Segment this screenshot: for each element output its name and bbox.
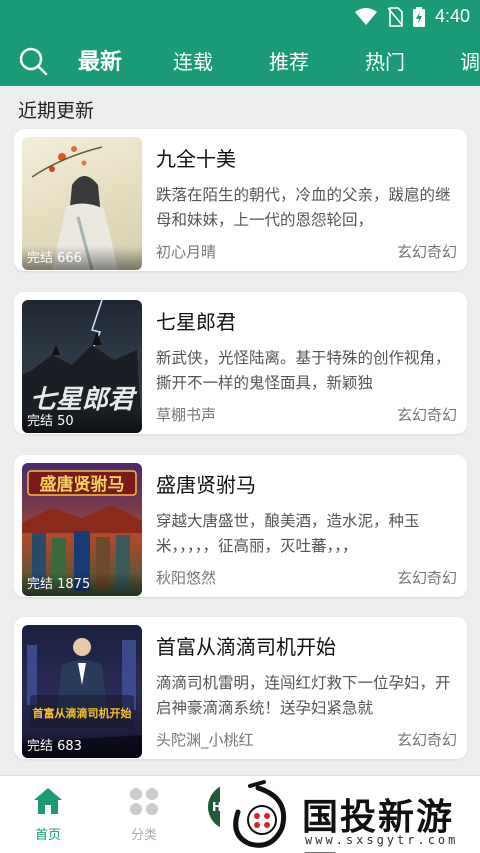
no-sim-icon — [387, 6, 403, 27]
tab-more[interactable]: 调 — [460, 46, 480, 75]
book-genre: 玄幻奇幻 — [396, 569, 457, 587]
tab-popular[interactable]: 热门 — [365, 46, 405, 75]
home-icon — [34, 788, 62, 814]
book-author: 秋阳悠然 — [156, 569, 217, 587]
status-badge: 完结 1875 — [22, 572, 142, 596]
book-description: 滴滴司机雷明，连闯红灯救下一位孕妇，开启神豪滴滴系统！送孕妇紧急就 — [156, 674, 451, 717]
bottom-nav-label: 分类 — [130, 828, 157, 843]
watermark-logo-icon — [220, 778, 300, 853]
book-genre: 玄幻奇幻 — [396, 731, 457, 749]
book-card[interactable]: 七星郎君 完结 50 七星郎君 新武侠，光怪陆离。基于特殊的创作视角，撕开不一样… — [14, 292, 467, 434]
book-cover: 盛唐贤驸马 完结 1875 — [22, 463, 142, 596]
wifi-icon — [354, 7, 377, 25]
bottom-nav-home[interactable]: 首页 — [13, 786, 83, 843]
book-description: 跌落在陌生的朝代，冷血的父亲，跋扈的继母和妹妹，上一代的恩怨轮回， — [156, 186, 451, 229]
book-card[interactable]: 首富从滴滴司机开始 完结 683 首富从滴滴司机开始 滴滴司机雷明，连闯红灯救下… — [14, 617, 467, 759]
book-cover: 完结 666 — [22, 137, 142, 270]
bottom-nav-category[interactable]: 分类 — [109, 786, 179, 843]
book-genre: 玄幻奇幻 — [396, 406, 457, 424]
book-card[interactable]: 完结 666 九全十美 跌落在陌生的朝代，冷血的父亲，跋扈的继母和妹妹，上一代的… — [14, 129, 467, 271]
watermark: 国投新游网 www.sxsgytr.com — [210, 778, 480, 853]
category-grid-icon — [130, 788, 158, 815]
status-badge: 完结 683 — [22, 734, 142, 758]
tab-serializing[interactable]: 连载 — [173, 46, 213, 75]
book-card[interactable]: 盛唐贤驸马 完结 1875 盛唐贤驸马 穿越大唐盛世，酿美酒，造水泥，种玉米，，… — [14, 455, 467, 597]
book-description: 新武侠，光怪陆离。基于特殊的创作视角，撕开不一样的鬼怪面具，新颖独 — [156, 349, 451, 392]
status-icons: 4:40 — [354, 6, 470, 27]
book-description: 穿越大唐盛世，酿美酒，造水泥，种玉米，，，，，征高丽，灭吐蕃，，， — [156, 512, 420, 555]
book-author: 头陀渊_小桃红 — [156, 731, 254, 749]
cover-title-text: 盛唐贤驸马 — [40, 474, 125, 495]
book-title: 首富从滴滴司机开始 — [156, 635, 336, 659]
bottom-nav-label: 首页 — [34, 828, 61, 843]
clock: 4:40 — [434, 6, 470, 26]
status-badge: 完结 666 — [22, 246, 142, 270]
tab-recommended[interactable]: 推荐 — [269, 46, 309, 75]
top-nav: 最新 连载 推荐 热门 调 — [0, 34, 480, 86]
book-cover: 首富从滴滴司机开始 完结 683 — [22, 625, 142, 758]
battery-charging-icon — [412, 6, 425, 27]
status-badge: 完结 50 — [22, 409, 142, 433]
book-title: 七星郎君 — [156, 310, 236, 334]
search-icon[interactable] — [18, 46, 48, 76]
book-cover: 七星郎君 完结 50 — [22, 300, 142, 433]
tab-latest[interactable]: 最新 — [78, 44, 122, 76]
section-title: 近期更新 — [18, 100, 95, 122]
book-title: 盛唐贤驸马 — [156, 473, 256, 497]
book-genre: 玄幻奇幻 — [396, 243, 457, 261]
cover-title-text: 首富从滴滴司机开始 — [33, 706, 132, 720]
book-author: 草棚书声 — [156, 406, 217, 424]
book-title: 九全十美 — [156, 147, 236, 171]
status-bar: 4:40 — [0, 0, 480, 34]
watermark-url: www.sxsgytr.com — [305, 833, 459, 847]
book-author: 初心月晴 — [156, 243, 217, 261]
